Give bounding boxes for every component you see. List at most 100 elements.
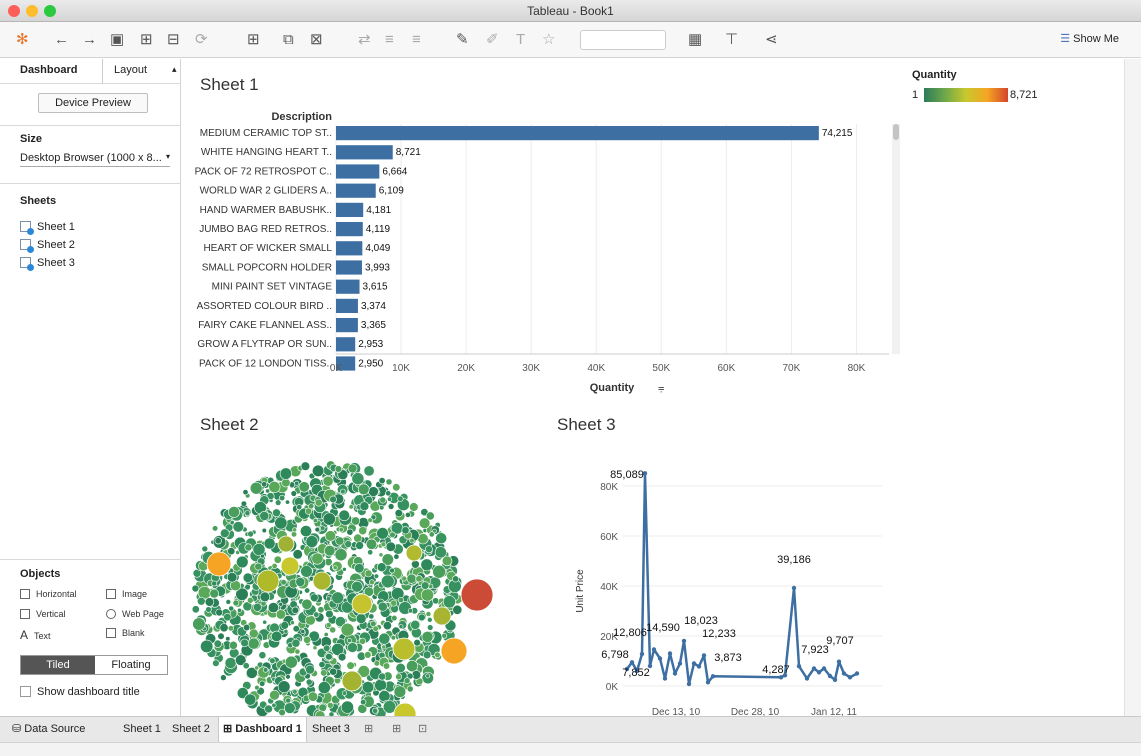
bubble[interactable] (254, 685, 260, 691)
bubble[interactable] (351, 593, 373, 615)
bubble[interactable] (242, 572, 254, 583)
bubble[interactable] (311, 552, 324, 565)
bubble[interactable] (279, 467, 292, 480)
bubble[interactable] (244, 693, 257, 706)
bubble[interactable] (378, 477, 386, 485)
bubble[interactable] (325, 609, 334, 619)
bubble[interactable] (355, 613, 367, 624)
bubble[interactable] (244, 510, 251, 516)
bubble[interactable] (329, 626, 337, 634)
bar[interactable] (336, 183, 376, 198)
bubble[interactable] (354, 563, 365, 574)
bubble[interactable] (365, 538, 378, 550)
data-point[interactable] (662, 676, 668, 681)
bubble[interactable] (346, 661, 355, 670)
bubble[interactable] (313, 611, 320, 618)
bubble[interactable] (353, 533, 363, 543)
bubble[interactable] (292, 689, 298, 695)
bubble[interactable] (403, 677, 411, 684)
bubble[interactable] (223, 613, 232, 622)
bubble[interactable] (404, 512, 411, 518)
data-source-tab[interactable]: ⛁ Data Source (8, 717, 89, 742)
data-point[interactable] (827, 673, 833, 679)
data-point[interactable] (841, 671, 847, 676)
bubble[interactable] (322, 475, 334, 487)
bubble[interactable] (398, 624, 404, 629)
category-label[interactable]: HAND WARMER BABUSHK.. (200, 205, 332, 216)
bubble[interactable] (381, 574, 395, 589)
show-cards-icon[interactable]: ▦ (688, 31, 702, 49)
bubble[interactable] (348, 504, 354, 510)
dashboard-scrollbar[interactable] (1124, 59, 1141, 716)
duplicate-sheet-icon[interactable]: ⧉ (283, 31, 294, 49)
bubble[interactable] (278, 602, 283, 607)
data-point[interactable] (705, 680, 711, 685)
bubble[interactable] (397, 597, 404, 604)
bubble[interactable] (242, 489, 249, 496)
bubble[interactable] (452, 575, 460, 583)
show-me-button[interactable]: ☰ Show Me (1060, 32, 1119, 45)
bubble[interactable] (389, 567, 395, 574)
bubble[interactable] (261, 481, 268, 488)
bubble[interactable] (372, 707, 379, 714)
floating-button[interactable]: Floating (95, 656, 167, 674)
bubble[interactable] (346, 528, 354, 536)
bubble[interactable] (290, 490, 298, 497)
tab-dashboard-1[interactable]: ⊞ Dashboard 1 (218, 717, 307, 742)
category-label[interactable]: HEART OF WICKER SMALL (203, 243, 332, 254)
presentation-icon[interactable]: ⊤ (725, 31, 738, 49)
bubble[interactable] (204, 597, 215, 607)
category-label[interactable]: JUMBO BAG RED RETROS.. (199, 224, 332, 235)
bubble[interactable] (263, 537, 276, 550)
sheet2-bubble-chart[interactable] (182, 441, 522, 716)
bubble[interactable] (312, 571, 332, 591)
tab-menu-icon[interactable]: ▴ (172, 64, 177, 75)
bubble[interactable] (291, 638, 301, 648)
bubble[interactable] (401, 526, 410, 535)
bubble[interactable] (409, 502, 419, 512)
bubble[interactable] (292, 625, 300, 633)
bubble[interactable] (305, 535, 319, 548)
bubble[interactable] (285, 697, 292, 704)
bubble[interactable] (259, 680, 266, 687)
bubble[interactable] (382, 621, 392, 631)
bubble[interactable] (385, 478, 393, 486)
bubble[interactable] (292, 549, 303, 560)
bubble[interactable] (209, 588, 220, 599)
bubble[interactable] (460, 578, 494, 612)
data-point[interactable] (657, 656, 663, 661)
data-point[interactable] (791, 585, 797, 591)
bubble[interactable] (395, 662, 406, 674)
new-worksheet-tab-icon[interactable]: ⊞ (360, 717, 377, 742)
bubble[interactable] (242, 662, 250, 670)
bubble[interactable] (440, 637, 468, 665)
bubble[interactable] (292, 527, 297, 533)
bubble[interactable] (338, 509, 350, 522)
bubble[interactable] (269, 657, 276, 664)
data-point[interactable] (701, 653, 707, 658)
bubble[interactable] (341, 690, 348, 696)
tab-sheet-2[interactable]: Sheet 2 (168, 717, 214, 742)
bubble[interactable] (373, 660, 380, 667)
bubble[interactable] (215, 608, 224, 617)
bubble[interactable] (364, 651, 372, 659)
bubble[interactable] (295, 576, 306, 587)
bubble[interactable] (244, 543, 253, 552)
category-label[interactable]: GROW A FLYTRAP OR SUN.. (197, 339, 332, 350)
bubble[interactable] (406, 685, 414, 693)
data-point[interactable] (691, 661, 697, 666)
bubble[interactable] (260, 553, 265, 559)
bubble[interactable] (256, 569, 280, 593)
device-preview-button[interactable]: Device Preview (38, 93, 148, 113)
bubble[interactable] (393, 553, 400, 560)
bubble[interactable] (262, 619, 268, 625)
data-point[interactable] (710, 674, 716, 679)
bubble[interactable] (224, 657, 237, 669)
bubble[interactable] (247, 597, 254, 604)
bubble[interactable] (275, 609, 286, 620)
bubble[interactable] (421, 630, 434, 643)
data-point[interactable] (681, 638, 687, 644)
bubble[interactable] (277, 680, 291, 693)
swap-icon[interactable]: ⇄ (358, 31, 371, 49)
category-label[interactable]: PACK OF 72 RETROSPOT C.. (195, 166, 332, 177)
